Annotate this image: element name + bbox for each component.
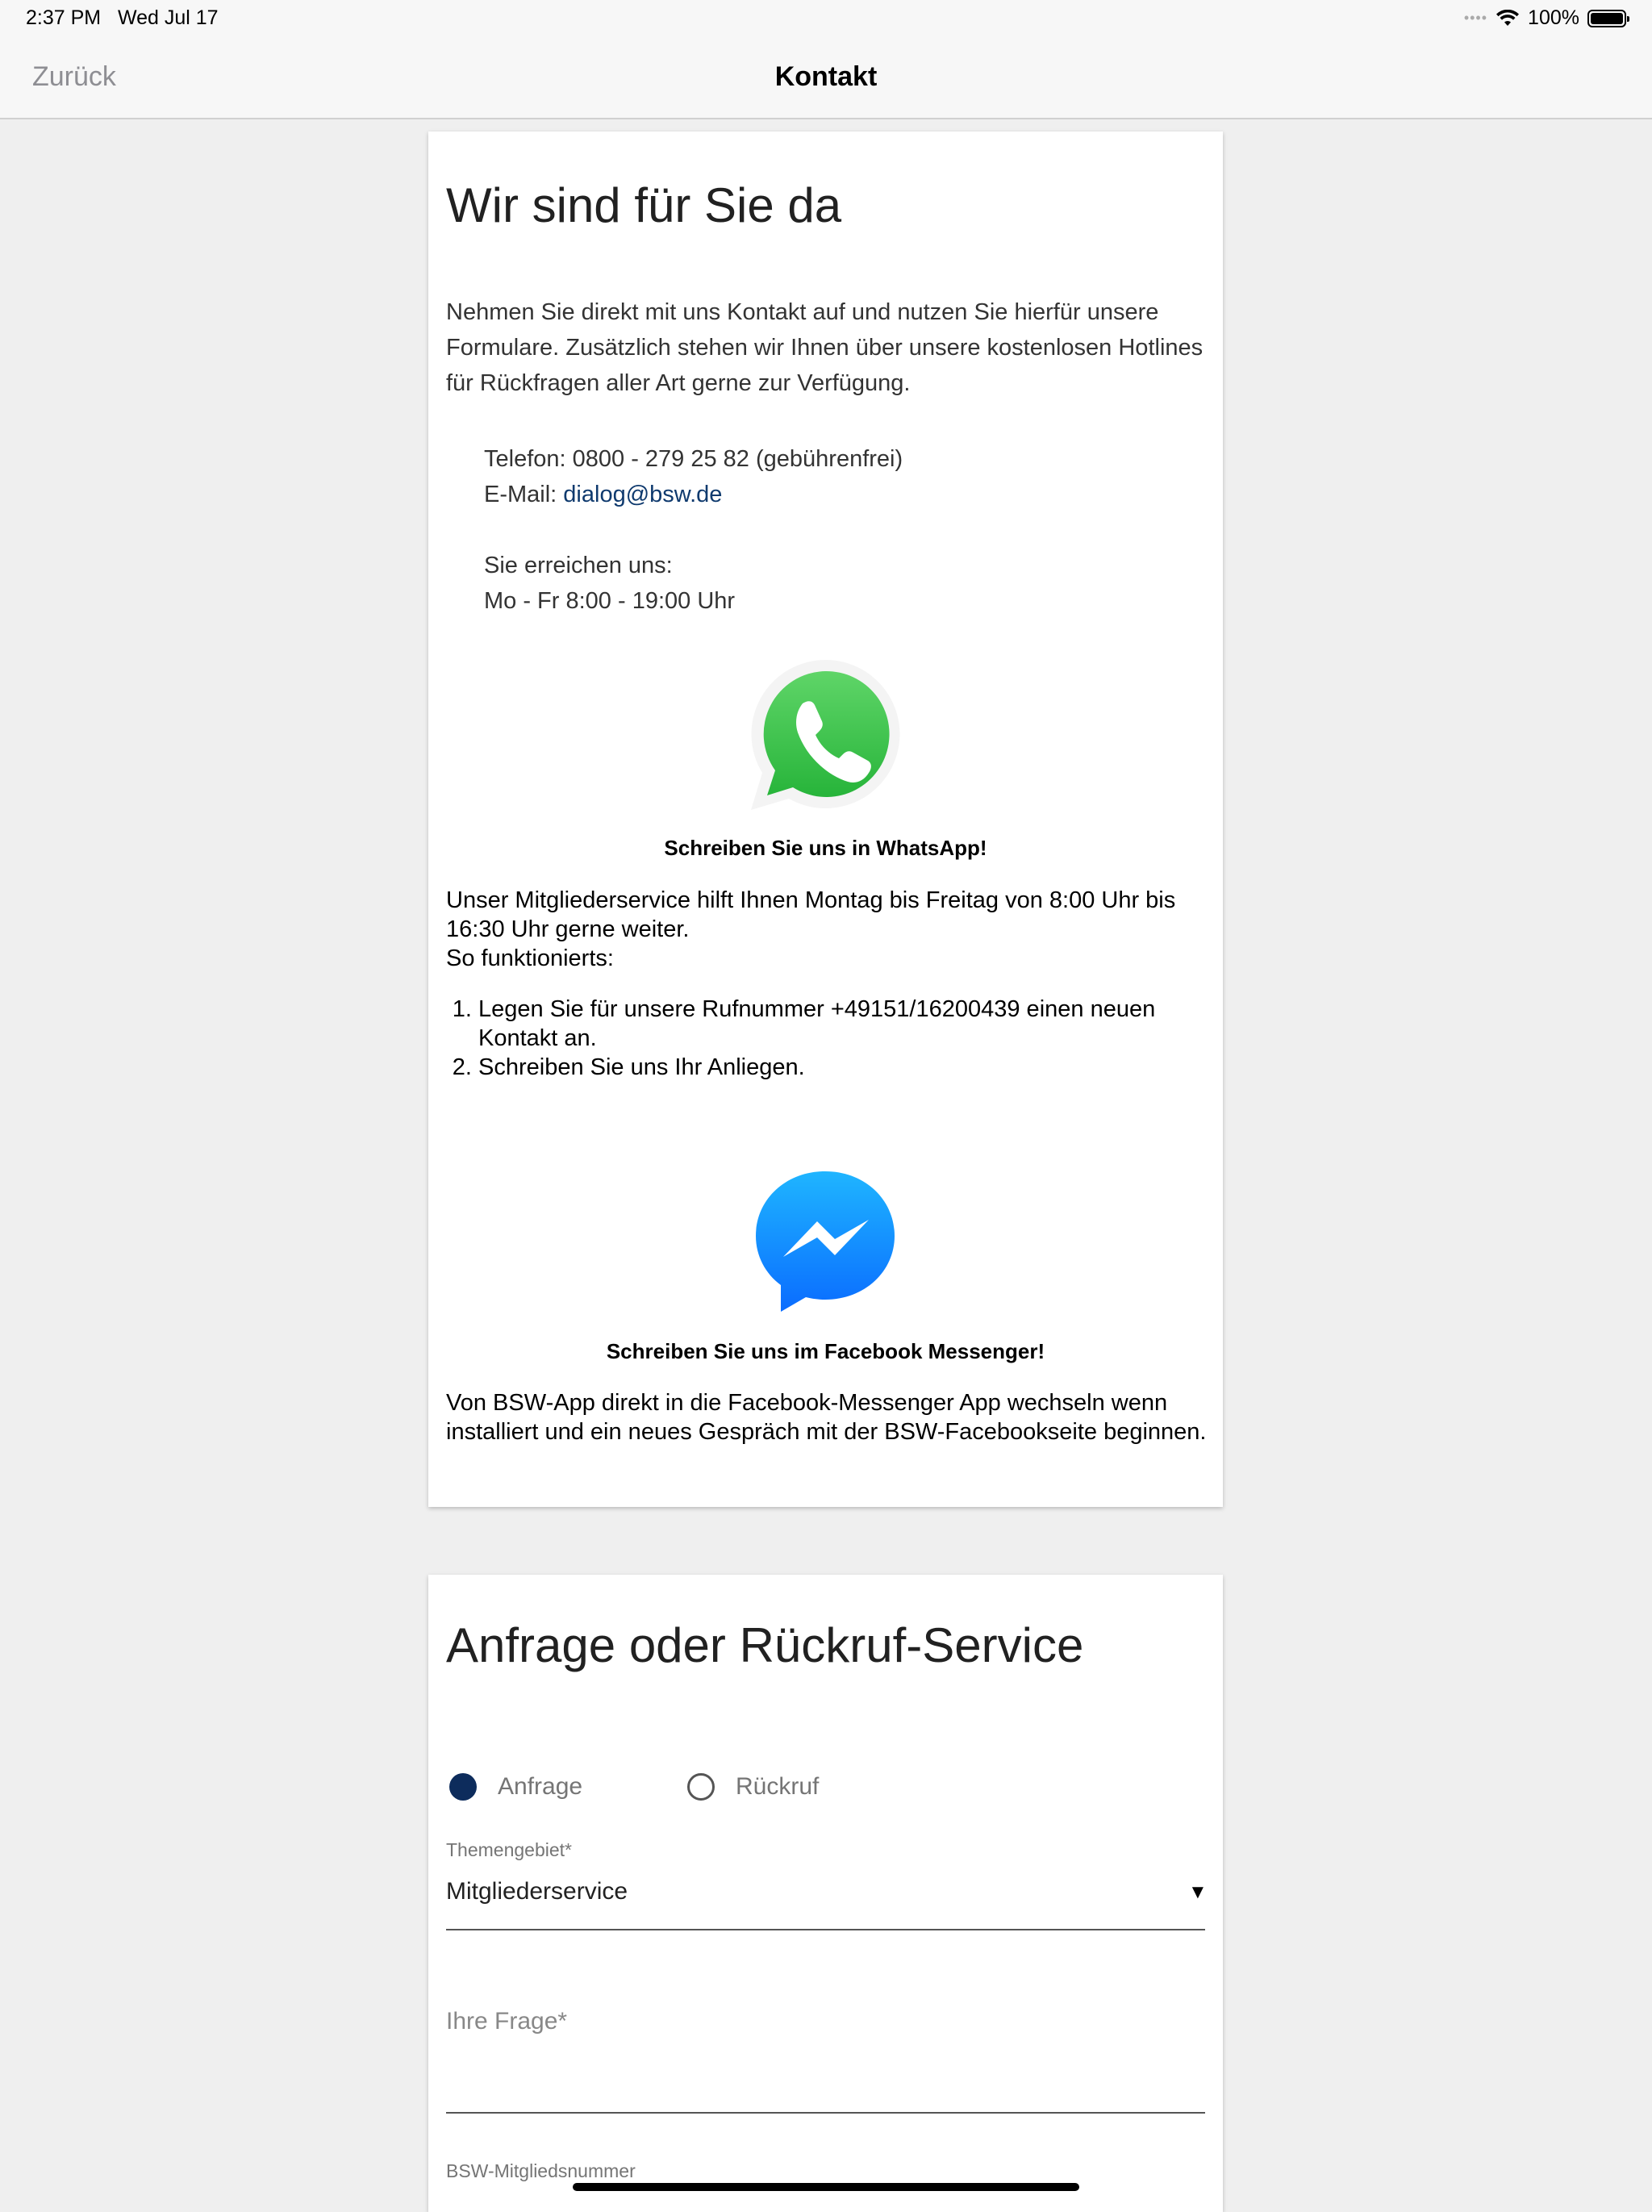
list-item: Legen Sie für unsere Rufnummer +49151/16… (478, 995, 1237, 1053)
hours-text: Mo - Fr 8:00 - 19:00 Uhr (484, 588, 736, 614)
whatsapp-text: Unser Mitgliederservice hilft Ihnen Mont… (446, 887, 1176, 971)
dropdown-arrow-icon[interactable]: ▼ (1188, 1881, 1208, 1904)
list-item: Schreiben Sie uns Ihr Anliegen. (478, 1053, 1237, 1082)
contact-intro: Nehmen Sie direkt mit uns Kontakt auf un… (446, 299, 1204, 396)
hours-label: Sie erreichen uns: (484, 553, 673, 578)
status-bar: 2:37 PM Wed Jul 17 •••• 100% (0, 0, 1652, 39)
radio-unselected-icon (687, 1773, 715, 1801)
status-time: 2:37 PM Wed Jul 17 (26, 6, 219, 29)
question-underline (446, 2112, 1205, 2114)
whatsapp-title: Schreiben Sie uns in WhatsApp! (664, 836, 987, 860)
phone-text: Telefon: 0800 - 279 25 82 (gebührenfrei) (484, 446, 903, 472)
wifi-icon (1496, 9, 1520, 26)
whatsapp-steps: Legen Sie für unsere Rufnummer +49151/16… (446, 995, 1237, 1082)
page-title: Kontakt (774, 61, 878, 92)
messenger-icon[interactable] (751, 1167, 900, 1320)
member-number-label: BSW-Mitgliedsnummer (446, 2160, 636, 2181)
radio-rueckruf[interactable]: Rückruf (687, 1773, 819, 1801)
question-input[interactable]: Ihre Frage* (446, 2008, 567, 2035)
email-link[interactable]: dialog@bsw.de (563, 482, 722, 507)
signal-icon: •••• (1463, 10, 1488, 26)
topic-select[interactable]: Mitgliederservice (446, 1878, 628, 1905)
topic-label: Themengebiet* (446, 1839, 572, 1860)
topic-underline (446, 1929, 1205, 1930)
radio-anfrage[interactable]: Anfrage (449, 1773, 582, 1801)
whatsapp-icon[interactable] (745, 653, 906, 819)
radio-selected-icon (449, 1773, 477, 1801)
battery-icon (1587, 9, 1629, 27)
request-heading: Anfrage oder Rückruf-Service (446, 1618, 1084, 1672)
contact-heading: Wir sind für Sie da (446, 178, 842, 232)
messenger-text: Von BSW-App direkt in die Facebook-Messe… (446, 1390, 1207, 1445)
status-right: •••• 100% (1463, 6, 1629, 30)
messenger-title: Schreiben Sie uns im Facebook Messenger! (606, 1339, 1045, 1363)
home-indicator[interactable] (573, 2183, 1079, 2191)
contact-card: Wir sind für Sie da Nehmen Sie direkt mi… (428, 131, 1223, 1507)
battery-percent: 100% (1528, 6, 1579, 29)
navigation-bar: Zurück Kontakt (0, 39, 1652, 119)
contact-details: Telefon: 0800 - 279 25 82 (gebührenfrei)… (484, 441, 903, 619)
email-line: E-Mail: dialog@bsw.de (484, 482, 723, 507)
